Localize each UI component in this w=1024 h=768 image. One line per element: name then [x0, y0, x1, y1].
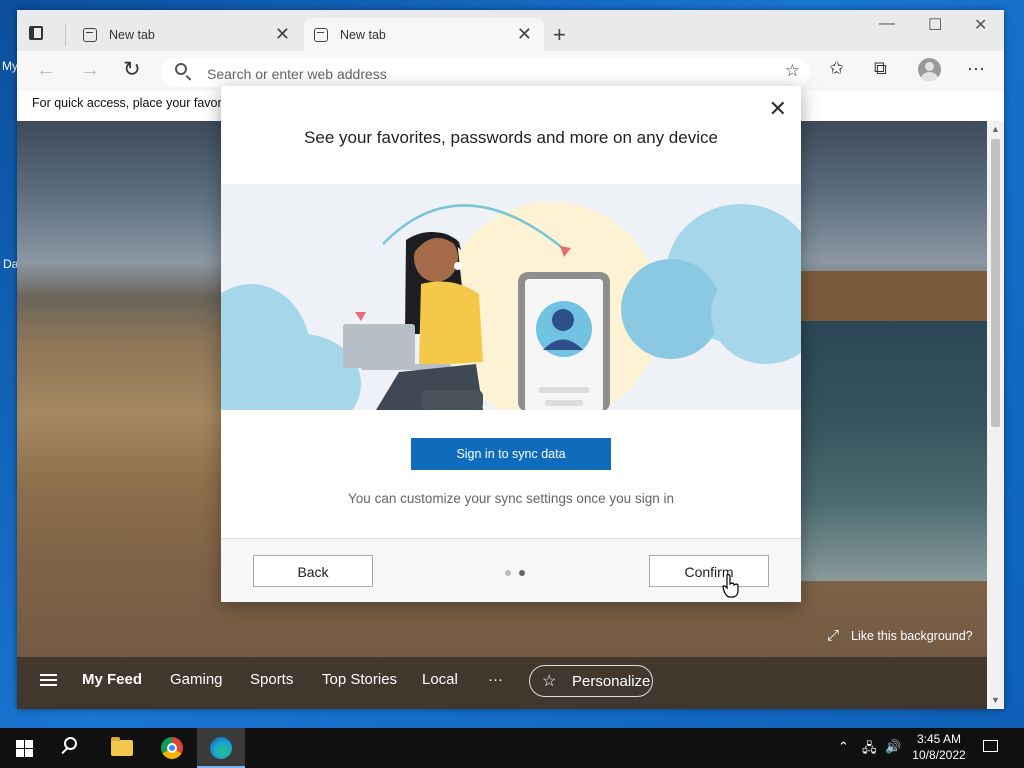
windows-start-icon[interactable] — [16, 740, 33, 757]
browser-toolbar: ← → ↻ ☆ ✩ ⧉ ··· — [17, 51, 1004, 91]
background-sea — [777, 321, 987, 581]
more-options-icon[interactable]: ··· — [967, 58, 985, 79]
address-input[interactable] — [205, 58, 769, 89]
forward-arrow-icon[interactable]: → — [80, 59, 100, 82]
new-tab-icon — [83, 28, 97, 42]
back-button-label: Back — [297, 564, 329, 580]
feed-more-button[interactable]: ··· — [488, 671, 503, 688]
taskbar: ⌃ 🖧 🔊 3:45 AM 10/8/2022 — [0, 728, 1024, 768]
feed-tab-sports[interactable]: Sports — [250, 671, 293, 688]
dialog-title: See your favorites, passwords and more o… — [304, 128, 718, 147]
sync-dialog: ✕ See your favorites, passwords and more… — [221, 86, 801, 602]
feed-tab-local[interactable]: Local — [422, 671, 458, 688]
collections-icon[interactable]: ⧉ — [874, 58, 887, 79]
confirm-button[interactable]: Confirm — [649, 555, 769, 587]
personalize-button[interactable]: ☆ Personalize — [529, 665, 653, 697]
tab-new-tab-1[interactable]: New tab ✕ — [73, 18, 302, 51]
new-tab-button[interactable]: + — [553, 22, 566, 48]
tab-new-tab-2[interactable]: New tab ✕ — [304, 18, 544, 51]
volume-icon[interactable]: 🔊 — [885, 739, 901, 755]
chevron-up-icon[interactable]: ⌃ — [838, 739, 849, 755]
page-dot-2-active — [519, 570, 525, 576]
scroll-thumb[interactable] — [991, 139, 1000, 427]
minimize-button[interactable]: — — [879, 15, 895, 33]
hamburger-menu-icon[interactable] — [40, 674, 57, 686]
back-arrow-icon[interactable]: ← — [36, 59, 56, 82]
file-explorer-taskbar-button[interactable] — [98, 728, 146, 768]
sign-in-sync-button[interactable]: Sign in to sync data — [411, 438, 611, 470]
edge-taskbar-button[interactable] — [197, 728, 245, 768]
favorites-bar-hint: For quick access, place your favorit — [32, 96, 228, 110]
hand-cursor-icon — [722, 574, 739, 598]
tab-actions-icon[interactable] — [29, 26, 43, 40]
maximize-button[interactable]: ☐ — [928, 15, 942, 35]
profile-avatar[interactable] — [918, 58, 941, 81]
tab-divider — [65, 24, 66, 46]
tab-close-icon[interactable]: ✕ — [517, 24, 532, 45]
desktop-icon-label[interactable]: My — [2, 59, 18, 73]
sign-in-sync-label: Sign in to sync data — [456, 447, 566, 461]
dialog-close-icon[interactable]: ✕ — [769, 96, 787, 122]
star-icon: ☆ — [542, 673, 557, 690]
close-window-button[interactable]: ✕ — [974, 15, 987, 35]
feed-tab-top-stories[interactable]: Top Stories — [322, 671, 397, 688]
clock-time: 3:45 AM — [916, 732, 962, 746]
expand-icon: ⤢ — [827, 627, 840, 644]
tab-label: New tab — [340, 28, 386, 42]
scroll-down-arrow-icon[interactable]: ▼ — [991, 695, 1000, 705]
tab-label: New tab — [109, 28, 155, 42]
refresh-icon[interactable]: ↻ — [123, 57, 141, 82]
tab-close-icon[interactable]: ✕ — [275, 24, 290, 45]
page-dot-1 — [505, 570, 511, 576]
feed-tab-my-feed[interactable]: My Feed — [82, 671, 142, 688]
back-button[interactable]: Back — [253, 555, 373, 587]
add-favorite-icon[interactable]: ☆ — [785, 61, 800, 81]
feed-bar: My Feed Gaming Sports Top Stories Local … — [17, 657, 987, 709]
taskbar-search-icon[interactable] — [64, 737, 77, 750]
notifications-icon[interactable] — [983, 740, 998, 752]
scroll-up-arrow-icon[interactable]: ▲ — [991, 124, 1000, 134]
chrome-taskbar-button[interactable] — [148, 728, 196, 768]
like-background-label: Like this background? — [851, 629, 973, 643]
new-tab-icon — [314, 28, 328, 42]
system-clock[interactable]: 3:45 AM 10/8/2022 — [905, 731, 973, 763]
address-bar[interactable]: ☆ — [161, 58, 810, 89]
search-icon — [175, 63, 187, 75]
feed-tab-gaming[interactable]: Gaming — [170, 671, 223, 688]
chrome-icon — [161, 737, 183, 759]
personalize-label: Personalize — [572, 673, 651, 690]
network-icon[interactable]: 🖧 — [862, 739, 877, 761]
clock-date: 10/8/2022 — [912, 748, 966, 762]
edge-icon — [210, 737, 232, 759]
favorites-icon[interactable]: ✩ — [829, 58, 844, 79]
confirm-button-label: Confirm — [684, 564, 734, 580]
page-scrollbar[interactable]: ▲ ▼ — [987, 121, 1004, 709]
tab-strip: New tab ✕ New tab ✕ + — ☐ ✕ — [17, 10, 1004, 51]
sync-illustration — [221, 184, 801, 410]
folder-icon — [111, 737, 133, 756]
dialog-footer: Back Confirm — [221, 539, 801, 602]
sync-settings-note: You can customize your sync settings onc… — [348, 491, 674, 506]
